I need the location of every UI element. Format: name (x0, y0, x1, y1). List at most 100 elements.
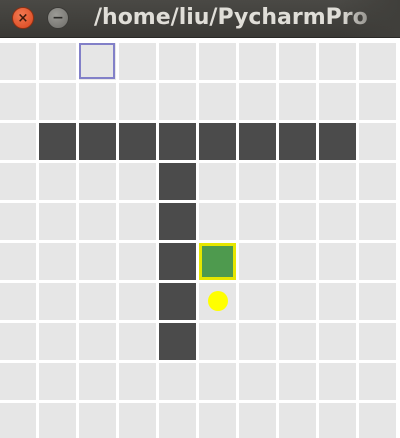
grid-cell (79, 403, 116, 438)
close-icon: × (17, 10, 29, 26)
grid-cell (0, 323, 36, 360)
wall-cell (159, 203, 196, 240)
grid-cell (359, 163, 396, 200)
grid-cell (0, 243, 36, 280)
wall-cell (119, 123, 156, 160)
wall-cell (159, 283, 196, 320)
grid-cell (359, 203, 396, 240)
grid-cell (279, 163, 316, 200)
grid-cell (319, 163, 356, 200)
grid-cell (239, 43, 276, 80)
wall-cell (159, 243, 196, 280)
grid-cell (239, 163, 276, 200)
wall-cell (239, 123, 276, 160)
grid-cell (0, 43, 36, 80)
grid-cell (359, 403, 396, 438)
wall-cell (159, 163, 196, 200)
grid-cell (39, 323, 76, 360)
wall-cell (79, 123, 116, 160)
grid-cell (279, 283, 316, 320)
grid-cell (279, 403, 316, 438)
grid-cell (359, 83, 396, 120)
grid-cell (0, 283, 36, 320)
grid-cell (239, 403, 276, 438)
grid-cell (159, 403, 196, 438)
grid-cell (119, 243, 156, 280)
wall-cell (159, 323, 196, 360)
grid-cell (279, 243, 316, 280)
grid-cell (199, 43, 236, 80)
grid-cell (199, 323, 236, 360)
grid-cell (119, 363, 156, 400)
wall-cell (39, 123, 76, 160)
grid-cell (359, 123, 396, 160)
grid-cell (79, 203, 116, 240)
minimize-button[interactable]: − (47, 7, 69, 29)
grid-cell (119, 163, 156, 200)
grid-cell (239, 323, 276, 360)
grid-cell (359, 243, 396, 280)
grid-cell (79, 83, 116, 120)
grid-cell (279, 203, 316, 240)
grid-cell (119, 83, 156, 120)
grid-cell (79, 243, 116, 280)
grid-cell (239, 203, 276, 240)
grid-cell (239, 243, 276, 280)
grid-cell (199, 363, 236, 400)
wall-cell (319, 123, 356, 160)
grid-cell (239, 283, 276, 320)
wall-cell (279, 123, 316, 160)
grid-cell (39, 163, 76, 200)
wall-cell (159, 123, 196, 160)
app-window: × − /home/liu/PycharmPro (0, 0, 400, 438)
grid-cell (199, 163, 236, 200)
minimize-icon: − (52, 10, 64, 26)
grid-cell (79, 163, 116, 200)
grid-cell (79, 323, 116, 360)
title-bar[interactable]: × − /home/liu/PycharmPro (0, 0, 400, 38)
agent-square (199, 243, 236, 280)
grid-cell (359, 43, 396, 80)
title-fade (340, 0, 400, 37)
grid-cell (359, 283, 396, 320)
grid-cell (319, 83, 356, 120)
grid-cell (0, 203, 36, 240)
game-board[interactable] (0, 42, 400, 438)
grid-cell (239, 83, 276, 120)
grid-cell (239, 363, 276, 400)
grid-cell (119, 203, 156, 240)
grid-cell (39, 283, 76, 320)
grid-cell (159, 83, 196, 120)
grid-cell (39, 243, 76, 280)
grid-cell (119, 43, 156, 80)
grid-cell (319, 283, 356, 320)
grid-cell (39, 43, 76, 80)
grid-cell (319, 323, 356, 360)
start-marker (79, 43, 115, 79)
grid-cell (199, 203, 236, 240)
grid-cell (39, 203, 76, 240)
grid-cell (319, 243, 356, 280)
close-button[interactable]: × (12, 7, 34, 29)
grid-cell (319, 403, 356, 438)
grid-cell (359, 323, 396, 360)
grid-cell (279, 83, 316, 120)
grid-cell (159, 43, 196, 80)
grid-cell (279, 43, 316, 80)
window-title: /home/liu/PycharmPro (94, 5, 368, 30)
grid-cell (39, 363, 76, 400)
grid-cell (119, 403, 156, 438)
wall-cell (199, 123, 236, 160)
grid-cell (39, 83, 76, 120)
grid-cell (79, 363, 116, 400)
grid-cell (119, 323, 156, 360)
grid-cell (359, 363, 396, 400)
grid-cell (79, 283, 116, 320)
grid-cell (39, 403, 76, 438)
goal-dot (208, 291, 228, 311)
grid-cell (0, 363, 36, 400)
grid-cell (319, 43, 356, 80)
grid-cell (0, 163, 36, 200)
grid-cell (199, 403, 236, 438)
grid-cell (279, 323, 316, 360)
